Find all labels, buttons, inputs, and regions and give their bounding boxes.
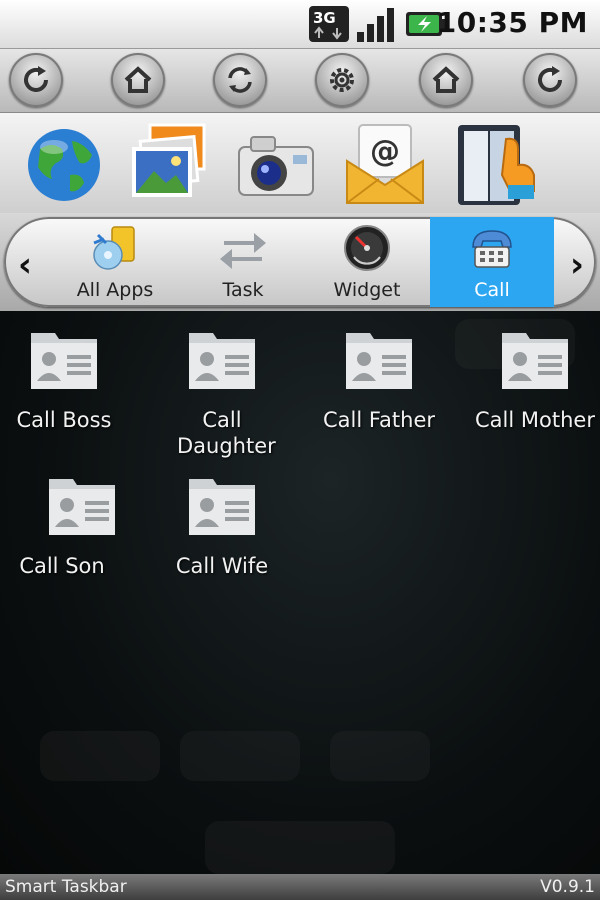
tab-call[interactable]: Call <box>430 217 554 307</box>
dialer-shortcut[interactable] <box>456 119 540 207</box>
svg-text:@: @ <box>370 134 400 169</box>
phone-icon <box>472 230 512 268</box>
contact-name: Call Boss <box>16 408 112 432</box>
background-widget <box>180 731 300 781</box>
contact-card-icon <box>31 333 97 389</box>
sync-button[interactable] <box>213 53 267 107</box>
tab-label: Widget <box>333 279 401 301</box>
tab-label: All Apps <box>76 279 154 301</box>
contact-name: Call Father <box>323 408 435 432</box>
tab-widget[interactable]: Widget <box>305 217 429 307</box>
home-icon <box>432 66 460 93</box>
app-name: Smart Taskbar <box>5 877 127 897</box>
tab-task[interactable]: Task <box>181 217 305 307</box>
dialer-icon <box>458 125 535 205</box>
gallery-shortcut[interactable] <box>128 119 212 207</box>
browser-shortcut[interactable] <box>22 119 106 207</box>
scroll-left-arrow-icon[interactable]: ‹ <box>18 245 32 285</box>
contact-name: Call Wife <box>175 554 269 578</box>
quick-button-row <box>0 49 600 113</box>
contact-card-icon <box>189 333 255 389</box>
contact-shortcut[interactable]: Call Mother <box>460 329 600 433</box>
contact-shortcut[interactable]: Call Wife <box>147 475 297 579</box>
rotate-button[interactable] <box>9 53 63 107</box>
sync-icon <box>228 67 252 93</box>
camera-shortcut[interactable] <box>233 119 317 207</box>
tab-label: Task <box>222 279 264 301</box>
task-icon <box>220 233 266 269</box>
category-tabs: ‹ All Apps Task Widget Call › <box>0 213 600 311</box>
background-widget <box>40 731 160 781</box>
contact-name: Call Mother <box>475 408 595 432</box>
contact-card-icon <box>49 479 115 535</box>
tab-label: Call <box>474 279 510 301</box>
footer-bar: Smart Taskbar V0.9.1 <box>0 874 600 900</box>
home-button[interactable] <box>111 53 165 107</box>
scroll-right-arrow-icon[interactable]: › <box>570 245 584 285</box>
all-apps-icon <box>93 226 135 270</box>
contact-card-icon <box>346 333 412 389</box>
tab-all-apps[interactable]: All Apps <box>53 217 177 307</box>
camera-icon <box>238 136 314 196</box>
background-widget <box>205 821 395 874</box>
email-shortcut[interactable]: @ <box>343 119 427 207</box>
contact-shortcut[interactable]: Call Daughter <box>147 329 297 459</box>
settings-icon <box>330 68 354 92</box>
home-icon <box>124 66 152 93</box>
contact-shortcut[interactable]: Call Boss <box>0 329 139 433</box>
globe-icon <box>28 129 100 201</box>
signal-strength-icon <box>357 8 394 42</box>
gallery-icon <box>132 123 206 197</box>
3g-network-icon: 3G <box>309 6 349 42</box>
email-icon: @ <box>346 124 424 204</box>
contact-card-icon <box>502 333 568 389</box>
tabs-pill: ‹ All Apps Task Widget Call › <box>4 217 596 307</box>
contact-name: Call Daughter <box>177 408 276 458</box>
version-label: V0.9.1 <box>540 877 595 897</box>
contact-shortcut[interactable]: Call Son <box>0 475 122 579</box>
app-grid: Call Boss Call Daughter Call Father Call… <box>0 311 600 874</box>
settings-button[interactable] <box>315 53 369 107</box>
rotate-button-2[interactable] <box>523 53 577 107</box>
clock: 10:35 PM <box>436 6 588 39</box>
shortcut-row: @ <box>0 113 600 213</box>
home-button-2[interactable] <box>419 53 473 107</box>
contact-name: Call Son <box>19 554 105 578</box>
background-widget <box>330 731 430 781</box>
svg-text:3G: 3G <box>313 9 336 27</box>
rotate-icon <box>538 66 562 92</box>
widget-icon <box>344 225 390 271</box>
contact-shortcut[interactable]: Call Father <box>304 329 454 433</box>
status-bar: 3G 10:35 PM <box>0 0 600 49</box>
contact-card-icon <box>189 479 255 535</box>
rotate-icon <box>24 66 48 92</box>
